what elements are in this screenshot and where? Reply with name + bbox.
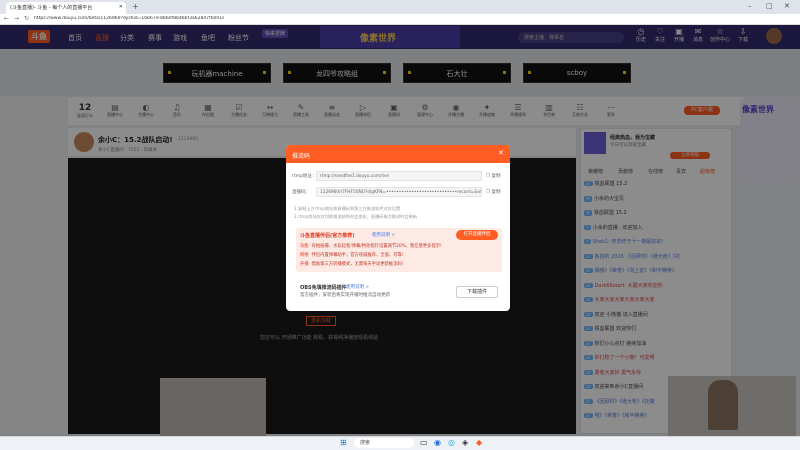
stream-key-field[interactable]: 1126960rl7FHF50NO?digKFN=•••••••••••••••… — [316, 187, 482, 197]
copy-key-button[interactable]: ❐ 复制 — [486, 189, 500, 195]
mouse-cursor-icon: ➤ — [536, 176, 542, 184]
douyu-app-icon[interactable]: ◆ — [476, 438, 482, 447]
companion-help-link[interactable]: 使用说明 > — [372, 232, 395, 238]
new-tab-icon[interactable]: + — [132, 2, 139, 11]
tab-title: (斗鱼直播)- 斗鱼 - 每个人的直播平台 — [10, 5, 93, 11]
rtmp-label: rtmp地址： — [292, 174, 317, 179]
close-icon[interactable]: ✕ — [498, 149, 504, 157]
obs-plugin-title: OBS免填推流码插件 — [300, 285, 347, 291]
copy-rtmp-button[interactable]: ❐ 复制 — [486, 173, 500, 179]
app-icon[interactable]: ◈ — [462, 438, 468, 447]
tip-2: 2.rtmp地址仅仅切换推流结构时会变化，直播码每次推流时会刷新 — [294, 214, 417, 219]
companion-title: 斗鱼直播伴侣(官方推荐) — [300, 233, 355, 239]
forward-icon[interactable]: → — [14, 15, 19, 22]
dialog-title: 推流码 — [292, 153, 311, 160]
browser-tab[interactable]: (斗鱼直播)- 斗鱼 - 每个人的直播平台 ✕ — [6, 2, 126, 14]
open-companion-button[interactable]: 打开直播伴侣 — [456, 230, 498, 240]
companion-feature: 网络 伴侣内置弹幕助手，官方权威推荐、全面、可靠! — [300, 253, 404, 258]
dialog-header — [286, 145, 510, 163]
copy-icon: ❐ — [486, 174, 491, 179]
download-plugin-button[interactable]: 下载插件 — [456, 286, 498, 298]
close-window-icon[interactable]: ✕ — [784, 2, 790, 10]
windows-start-icon[interactable]: ⊞ — [340, 438, 347, 447]
file-explorer-icon[interactable]: ▭ — [420, 438, 428, 447]
rtmp-field[interactable]: rtmp://sendfire1.douyu.com/live — [316, 171, 482, 181]
browser-icon[interactable]: ◎ — [448, 438, 455, 447]
minimize-icon[interactable]: – — [748, 2, 752, 10]
obs-plugin-desc: 官方插件，安装后将实现开播时推流自动更新 — [300, 293, 390, 298]
maximize-icon[interactable]: □ — [766, 2, 773, 10]
companion-feature: 功能 有拍插摄、水友起者/弹幕/特效指针设置调节20%，我任意更多提示! — [300, 244, 442, 249]
url-text[interactable]: https://www.douyu.com/beta/1126960?dyshi… — [34, 16, 224, 24]
obs-help-link[interactable]: 使用说明 > — [346, 284, 369, 290]
stream-key-label: 直播码： — [292, 190, 310, 195]
tip-1: 1.复制上方rtmp地址和直播码到第三方推流软件对应位置 — [294, 206, 401, 211]
edge-icon[interactable]: ◉ — [434, 438, 441, 447]
taskbar-search[interactable]: 搜索 — [354, 438, 414, 448]
close-tab-icon[interactable]: ✕ — [119, 4, 123, 10]
back-icon[interactable]: ← — [4, 15, 9, 22]
reload-icon[interactable]: ↻ — [24, 15, 29, 22]
companion-feature: 开播 借助第三方转播模式，无需每天手动更新推流码! — [300, 262, 404, 267]
copy-icon: ❐ — [486, 190, 491, 195]
